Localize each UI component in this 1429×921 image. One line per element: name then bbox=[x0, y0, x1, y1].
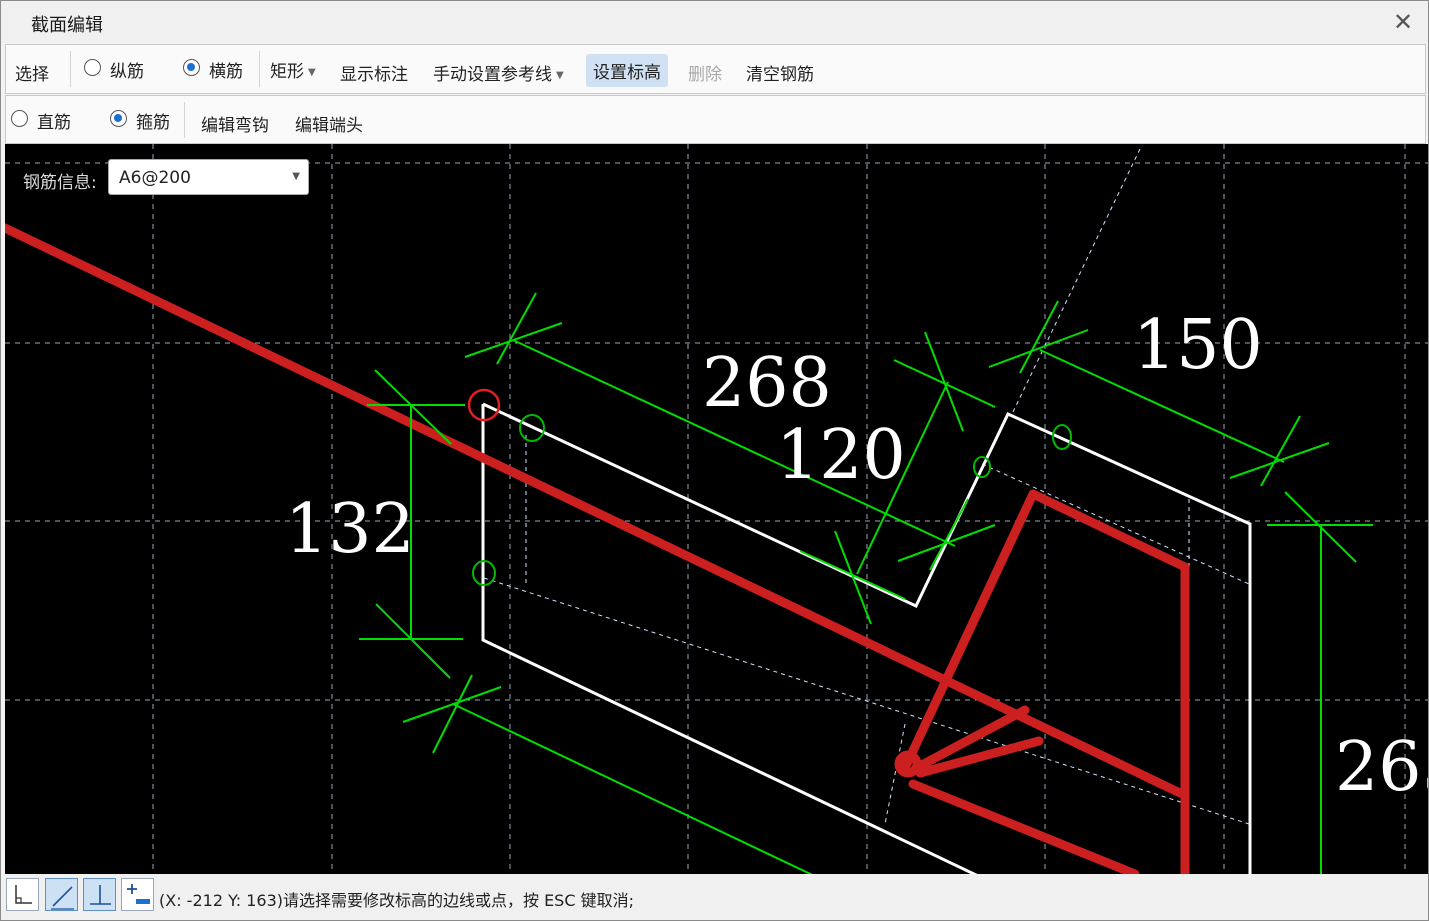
close-icon[interactable]: ✕ bbox=[1386, 5, 1420, 39]
toolbar-divider bbox=[184, 102, 185, 138]
main-toolbar: 选择 纵筋 横筋 矩形 ▼ 显示标注 手动设置参考线 ▼ 设置标高 删除 清空钢筋 bbox=[5, 44, 1426, 94]
rebar-info-label: 钢筋信息: bbox=[23, 173, 97, 193]
stirrup-rebar[interactable] bbox=[5, 223, 1190, 874]
transverse-label[interactable]: 横筋 bbox=[209, 57, 243, 82]
shape-dropdown-label: 矩形 bbox=[270, 62, 304, 82]
dimension-132[interactable]: 132 bbox=[285, 490, 415, 569]
straight-label[interactable]: 直筋 bbox=[37, 108, 71, 133]
stirrup-label[interactable]: 箍筋 bbox=[136, 108, 170, 133]
status-bar: (X: -212 Y: 163)请选择需要修改标高的边线或点，按 ESC 键取消… bbox=[1, 874, 1428, 920]
orthogonal-icon[interactable] bbox=[6, 878, 39, 911]
chevron-down-icon: ▼ bbox=[556, 69, 564, 81]
manual-refline-label: 手动设置参考线 bbox=[433, 65, 552, 85]
toolbar-divider bbox=[70, 51, 71, 87]
rebar-info-select[interactable]: A6@200 ▼ bbox=[108, 159, 309, 195]
dimension-120[interactable]: 120 bbox=[776, 416, 906, 495]
chevron-down-icon: ▼ bbox=[308, 66, 316, 78]
set-elevation-button[interactable]: 设置标高 bbox=[586, 54, 668, 87]
toolbar-divider bbox=[259, 51, 260, 87]
longitudinal-radio[interactable] bbox=[84, 59, 101, 76]
stirrup-radio[interactable] bbox=[110, 110, 127, 127]
parallel-icon[interactable] bbox=[45, 878, 78, 911]
perpendicular-icon[interactable] bbox=[83, 878, 116, 911]
dimension-150[interactable]: 150 bbox=[1133, 306, 1263, 385]
show-annotation-button[interactable]: 显示标注 bbox=[340, 60, 408, 85]
status-message: (X: -212 Y: 163)请选择需要修改标高的边线或点，按 ESC 键取消… bbox=[159, 891, 634, 910]
dimension-268[interactable]: 268 bbox=[702, 344, 832, 423]
shape-dropdown[interactable]: 矩形 ▼ bbox=[270, 57, 316, 82]
edit-end-button[interactable]: 编辑端头 bbox=[295, 111, 363, 136]
window-title: 截面编辑 bbox=[31, 15, 103, 36]
title-bar: 截面编辑 ✕ bbox=[1, 1, 1428, 43]
section-edit-window: 截面编辑 ✕ 选择 纵筋 横筋 矩形 ▼ 显示标注 手动设置参考线 ▼ 设置标高 删… bbox=[0, 0, 1429, 921]
select-button[interactable]: 选择 bbox=[15, 60, 49, 85]
delete-button[interactable]: 删除 bbox=[688, 60, 722, 85]
straight-radio[interactable] bbox=[11, 110, 28, 127]
shape-toolbar: 直筋 箍筋 编辑弯钩 编辑端头 bbox=[5, 95, 1426, 144]
add-point-icon[interactable] bbox=[121, 878, 154, 911]
rebar-info-value: A6@200 bbox=[119, 168, 191, 188]
manual-refline-dropdown[interactable]: 手动设置参考线 ▼ bbox=[433, 60, 564, 85]
drawing-canvas[interactable]: 268 120 150 132 265 钢筋信息: A6@200 ▼ bbox=[5, 144, 1428, 874]
transverse-radio[interactable] bbox=[183, 59, 200, 76]
edit-hook-button[interactable]: 编辑弯钩 bbox=[201, 111, 269, 136]
clear-rebar-button[interactable]: 清空钢筋 bbox=[746, 60, 814, 85]
dimension-265[interactable]: 265 bbox=[1335, 728, 1428, 807]
chevron-down-icon: ▼ bbox=[292, 171, 300, 182]
section-drawing[interactable]: 268 120 150 132 265 bbox=[5, 144, 1428, 874]
longitudinal-label[interactable]: 纵筋 bbox=[110, 57, 144, 82]
